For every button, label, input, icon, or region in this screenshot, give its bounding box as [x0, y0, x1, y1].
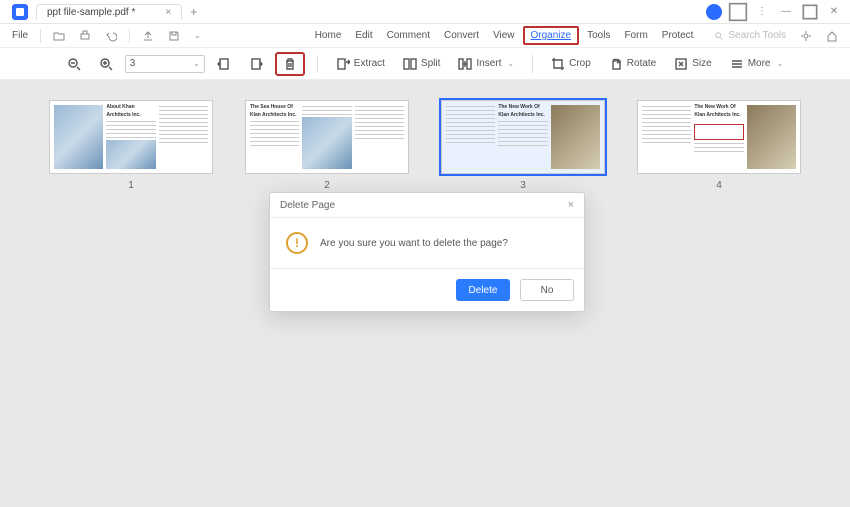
close-button[interactable]: ✕ — [824, 2, 844, 22]
delete-confirm-button[interactable]: Delete — [456, 279, 510, 301]
title-bar: ppt file-sample.pdf * × + ⋮ — ✕ — [0, 0, 850, 24]
tab-close-icon[interactable]: × — [165, 7, 171, 18]
undo-icon[interactable] — [99, 28, 123, 44]
minimize-button[interactable]: — — [776, 2, 796, 22]
user-avatar[interactable] — [704, 2, 724, 22]
page-thumbnail[interactable]: The New Work OfKlan Architects Inc. 4 — [637, 100, 801, 191]
home-icon[interactable] — [820, 28, 844, 44]
menu-edit[interactable]: Edit — [349, 28, 378, 43]
new-tab-button[interactable]: + — [190, 5, 197, 19]
page-value: 3 — [130, 58, 136, 69]
zoom-in-button[interactable] — [93, 54, 119, 74]
delete-page-dialog: Delete Page × ! Are you sure you want to… — [269, 192, 585, 312]
tab-title: ppt file-sample.pdf * — [47, 7, 135, 18]
chevron-down-icon: ⌄ — [507, 59, 514, 68]
settings-icon[interactable] — [794, 28, 818, 44]
print-icon[interactable] — [73, 28, 97, 44]
dialog-close-icon[interactable]: × — [568, 199, 574, 211]
save-icon[interactable] — [162, 28, 186, 44]
menu-comment[interactable]: Comment — [381, 28, 436, 43]
rotate-button[interactable]: Rotate — [603, 54, 662, 74]
upload-icon[interactable] — [136, 28, 160, 44]
insert-button[interactable]: Insert⌄ — [452, 54, 520, 74]
chevron-down-icon: ⌄ — [777, 59, 784, 68]
panel-icon[interactable] — [728, 2, 748, 22]
more-button[interactable]: More⌄ — [724, 54, 790, 74]
page-thumbnail[interactable]: The New Work OfKlan Architects Inc. 3 — [441, 100, 605, 191]
menu-convert[interactable]: Convert — [438, 28, 485, 43]
menu-view[interactable]: View — [487, 28, 521, 43]
page-thumbnail[interactable]: The Sea House OfKlan Architects Inc. 2 — [245, 100, 409, 191]
dialog-message: Are you sure you want to delete the page… — [320, 238, 508, 249]
delete-cancel-button[interactable]: No — [520, 279, 574, 301]
maximize-button[interactable] — [800, 2, 820, 22]
split-button[interactable]: Split — [397, 54, 446, 74]
search-placeholder: Search Tools — [728, 30, 786, 41]
page-number: 2 — [324, 180, 330, 191]
open-icon[interactable] — [47, 28, 71, 44]
rotate-right-button[interactable] — [243, 54, 269, 74]
zoom-out-button[interactable] — [61, 54, 87, 74]
size-button[interactable]: Size — [668, 54, 717, 74]
organize-toolbar: 3⌄ Extract Split Insert⌄ Crop Rotate Siz… — [0, 48, 850, 80]
save-dropdown-icon[interactable]: ⌄ — [188, 29, 207, 42]
dialog-title: Delete Page — [280, 200, 335, 211]
kebab-icon[interactable]: ⋮ — [752, 2, 772, 22]
page-number-input[interactable]: 3⌄ — [125, 55, 205, 73]
crop-button[interactable]: Crop — [545, 54, 597, 74]
app-icon — [12, 4, 28, 20]
page-number: 3 — [520, 180, 526, 191]
chevron-down-icon: ⌄ — [193, 59, 200, 68]
file-menu[interactable]: File — [6, 28, 34, 43]
rotate-left-button[interactable] — [211, 54, 237, 74]
search-tools[interactable]: Search Tools — [708, 30, 792, 41]
menu-tools[interactable]: Tools — [581, 28, 616, 43]
menu-protect[interactable]: Protect — [656, 28, 700, 43]
page-number: 1 — [128, 180, 134, 191]
menu-home[interactable]: Home — [309, 28, 348, 43]
menu-form[interactable]: Form — [618, 28, 653, 43]
menu-bar: File ⌄ Home Edit Comment Convert View Or… — [0, 24, 850, 48]
extract-button[interactable]: Extract — [330, 54, 391, 74]
warning-icon: ! — [286, 232, 308, 254]
page-number: 4 — [716, 180, 722, 191]
menu-organize[interactable]: Organize — [523, 26, 580, 45]
document-tab[interactable]: ppt file-sample.pdf * × — [36, 4, 182, 20]
delete-page-button[interactable] — [275, 52, 305, 76]
page-thumbnail[interactable]: About KhanArchitects Inc. 1 — [49, 100, 213, 191]
